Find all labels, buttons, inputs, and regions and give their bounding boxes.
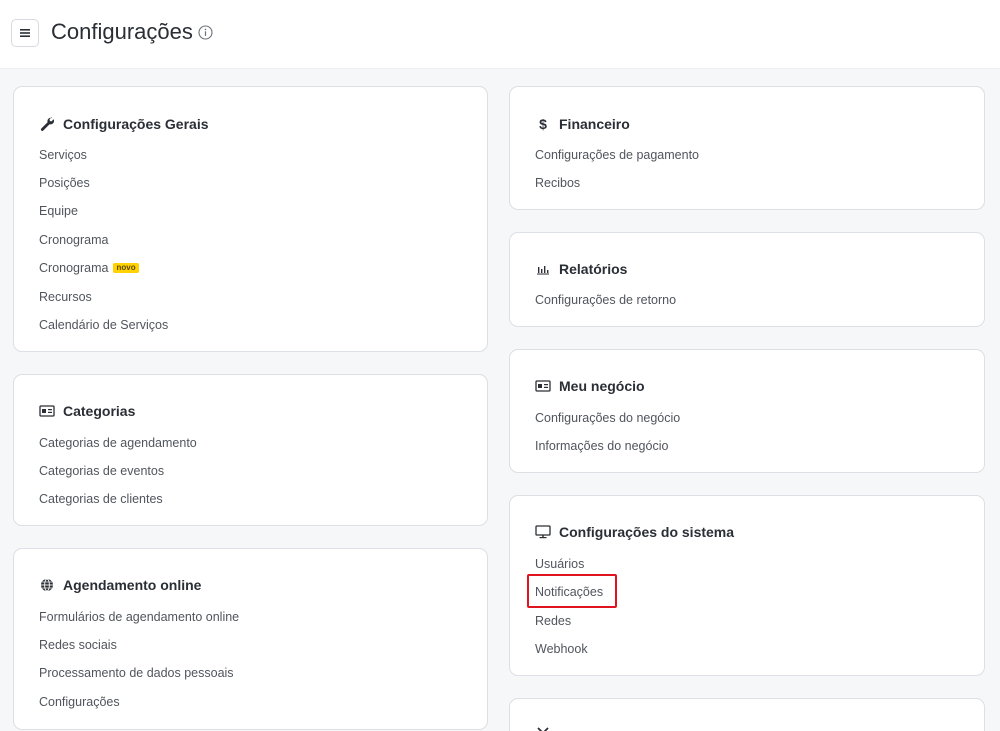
notifications-highlight-box [527, 574, 617, 608]
link-redes[interactable]: Redes [535, 613, 571, 629]
link-equipe[interactable]: Equipe [39, 203, 78, 219]
tools-icon [535, 725, 551, 731]
dollar-icon: $ [539, 116, 547, 132]
card-categories: Categorias Categorias de agendamento Cat… [13, 374, 488, 526]
bar-chart-icon [535, 261, 551, 277]
monitor-icon [535, 524, 551, 540]
link-informacoes-negocio[interactable]: Informações do negócio [535, 438, 668, 454]
card-header-partial [535, 725, 559, 731]
card-title-business: Meu negócio [559, 378, 645, 394]
link-configuracoes-online[interactable]: Configurações [39, 694, 120, 710]
link-cronograma-novo[interactable]: Cronograma novo [39, 260, 139, 276]
wrench-icon [39, 116, 55, 132]
card-reports: Relatórios Configurações de retorno [509, 232, 985, 327]
link-posicoes[interactable]: Posições [39, 175, 90, 191]
link-formularios-agendamento[interactable]: Formulários de agendamento online [39, 609, 239, 625]
card-system-settings: Configurações do sistema Usuários Notifi… [509, 495, 985, 676]
id-card-icon [535, 378, 551, 394]
link-usuarios[interactable]: Usuários [535, 556, 584, 572]
card-general-settings: Configurações Gerais Serviços Posições E… [13, 86, 488, 352]
card-title-online: Agendamento online [63, 577, 202, 593]
link-cronograma-novo-label: Cronograma [39, 261, 109, 275]
link-categorias-eventos[interactable]: Categorias de eventos [39, 463, 164, 479]
page-title: Configurações [51, 19, 193, 44]
card-header-system: Configurações do sistema [535, 523, 734, 541]
hamburger-icon [20, 29, 30, 37]
link-servicos[interactable]: Serviços [39, 147, 87, 163]
card-header-reports: Relatórios [535, 260, 627, 278]
card-title-system: Configurações do sistema [559, 524, 735, 540]
card-finance: $ Financeiro Configurações de pagamento … [509, 86, 985, 210]
id-card-icon [39, 403, 55, 419]
card-title-general: Configurações Gerais [63, 116, 209, 132]
card-header-categories: Categorias [39, 402, 135, 420]
card-partial-bottom [509, 698, 985, 731]
card-header-online: Agendamento online [39, 576, 201, 594]
link-processamento-dados[interactable]: Processamento de dados pessoais [39, 665, 234, 681]
top-bar: Configurações [0, 0, 1000, 69]
link-calendario-servicos[interactable]: Calendário de Serviços [39, 317, 168, 333]
link-configuracoes-retorno[interactable]: Configurações de retorno [535, 292, 676, 308]
card-header-finance: $ Financeiro [535, 115, 630, 133]
link-configuracoes-pagamento[interactable]: Configurações de pagamento [535, 147, 699, 163]
card-title-finance: Financeiro [559, 116, 630, 132]
link-recibos[interactable]: Recibos [535, 175, 580, 191]
new-badge: novo [113, 263, 139, 273]
link-webhook[interactable]: Webhook [535, 641, 588, 657]
link-recursos[interactable]: Recursos [39, 289, 92, 305]
info-icon[interactable] [198, 25, 213, 40]
link-categorias-clientes[interactable]: Categorias de clientes [39, 491, 163, 507]
card-my-business: Meu negócio Configurações do negócio Inf… [509, 349, 985, 473]
link-categorias-agendamento[interactable]: Categorias de agendamento [39, 435, 197, 451]
link-configuracoes-negocio[interactable]: Configurações do negócio [535, 410, 680, 426]
link-redes-sociais[interactable]: Redes sociais [39, 637, 117, 653]
link-cronograma[interactable]: Cronograma [39, 232, 108, 248]
card-title-reports: Relatórios [559, 261, 628, 277]
globe-icon [39, 577, 55, 593]
card-header-business: Meu negócio [535, 377, 645, 395]
card-title-categories: Categorias [63, 403, 136, 419]
card-header-general: Configurações Gerais [39, 115, 209, 133]
menu-toggle-button[interactable] [11, 19, 39, 47]
card-online-booking: Agendamento online Formulários de agenda… [13, 548, 488, 730]
